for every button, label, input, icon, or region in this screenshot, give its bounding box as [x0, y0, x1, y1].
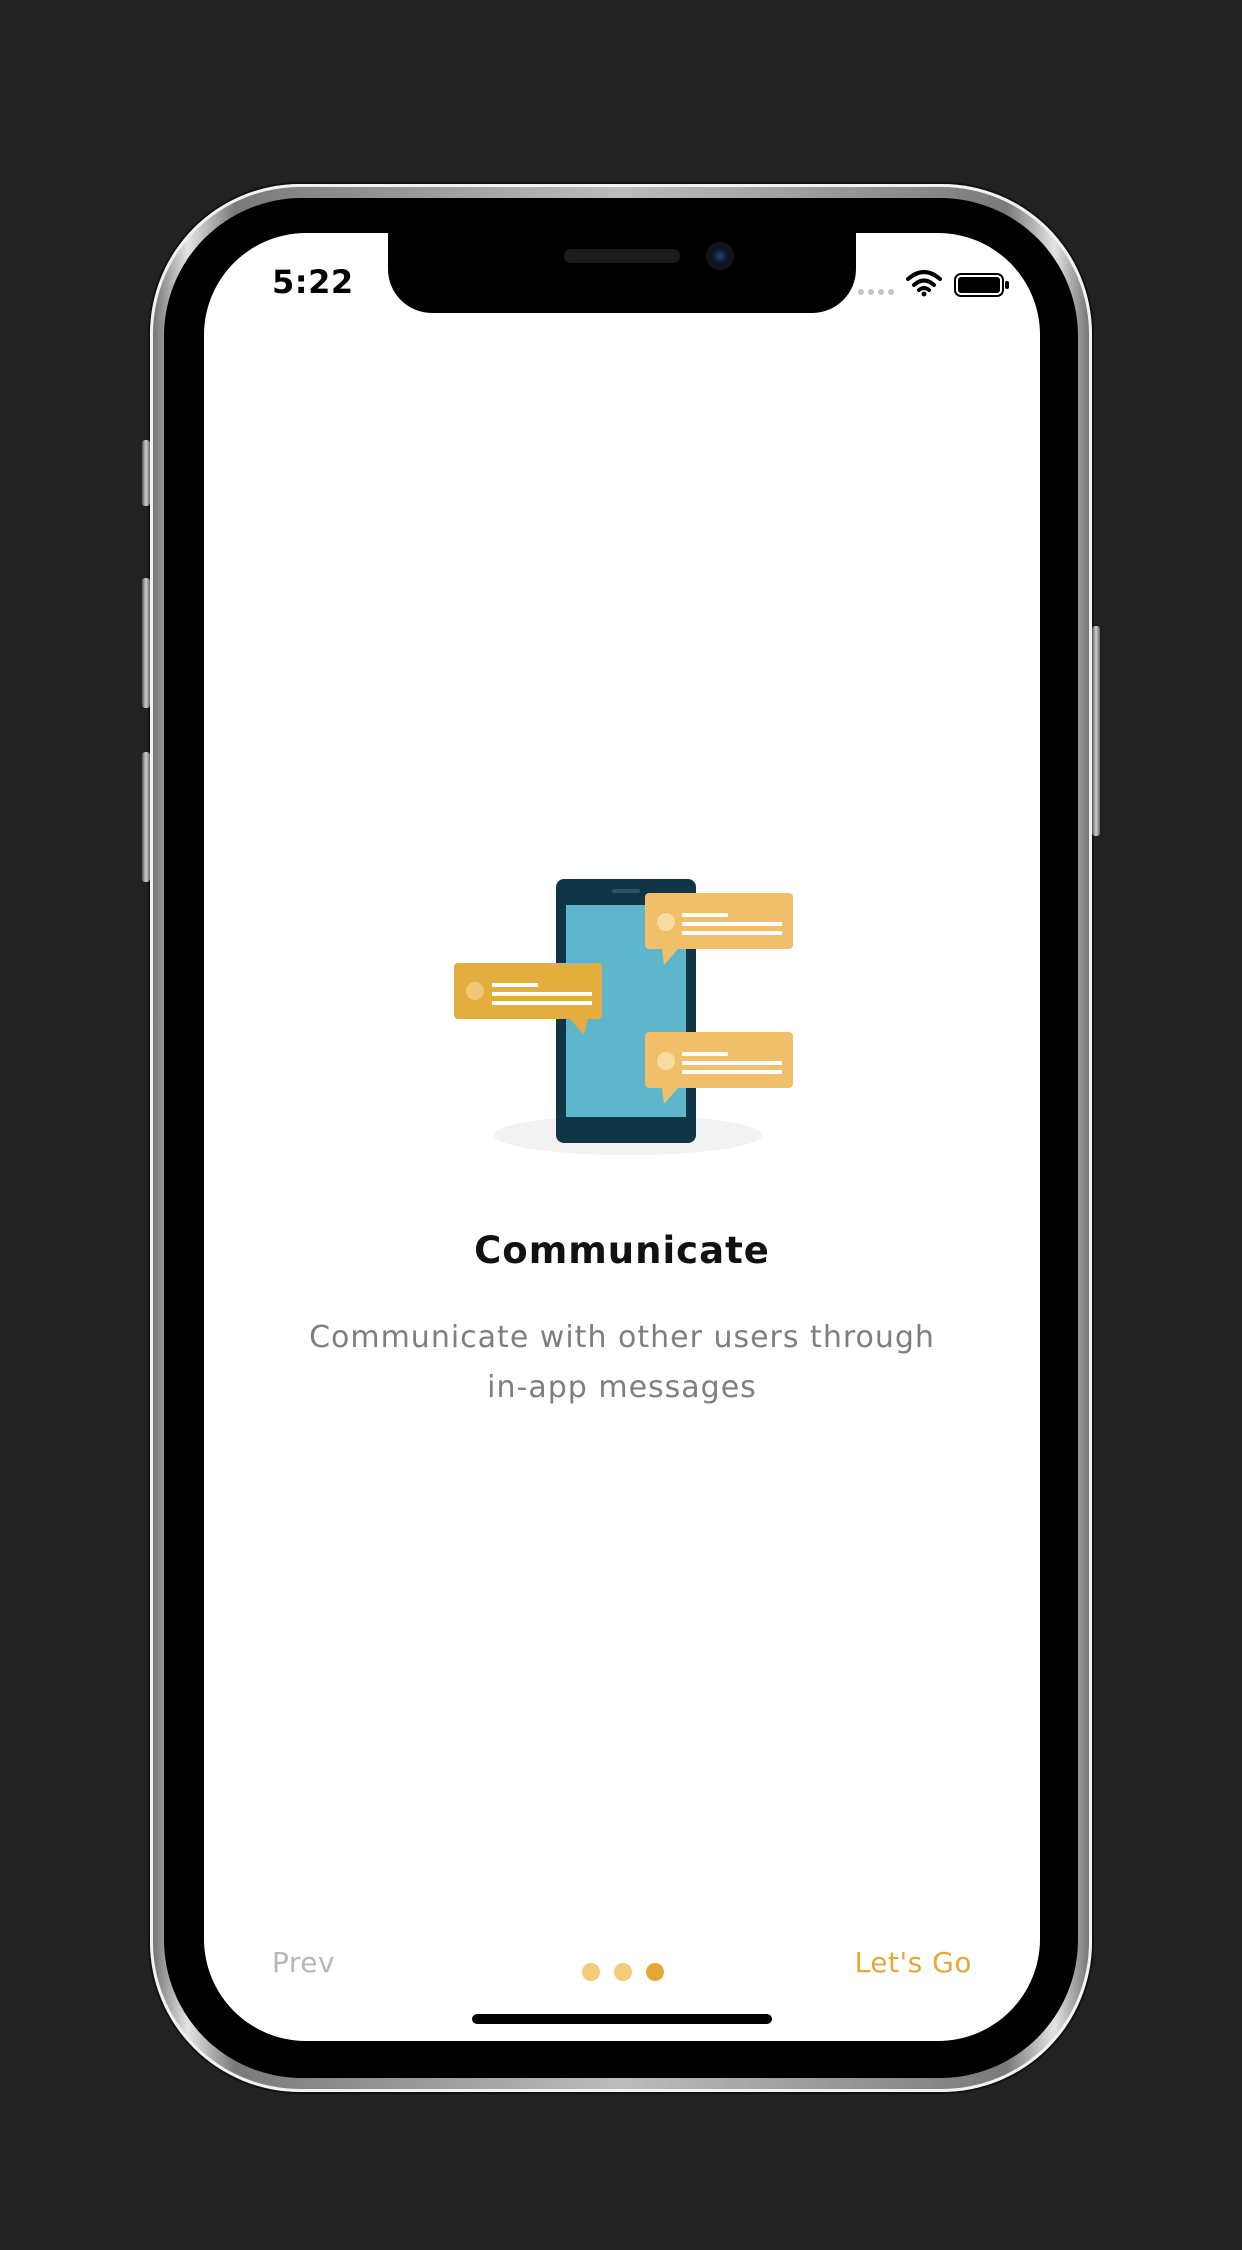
page-dot-3-active[interactable] [646, 1963, 664, 1981]
home-indicator[interactable] [472, 2014, 772, 2024]
onboarding-title: Communicate [474, 1229, 770, 1272]
prev-button[interactable]: Prev [272, 1946, 335, 1979]
battery-icon [954, 273, 1009, 297]
silent-switch [142, 440, 150, 506]
status-time: 5:22 [272, 263, 354, 301]
speaker-grille [564, 249, 680, 263]
volume-down-button [142, 752, 150, 882]
onboarding-description: Communicate with other users through in-… [309, 1320, 935, 1405]
chat-bubble-bottom [645, 1032, 793, 1104]
chat-bubble-left [454, 963, 602, 1035]
chat-bubble-top [645, 893, 793, 965]
lets-go-button[interactable]: Let's Go [855, 1946, 972, 1979]
front-camera-icon [706, 242, 734, 270]
notch [388, 233, 856, 313]
page-indicator [582, 1963, 664, 1981]
signal-dots-icon [858, 289, 894, 295]
volume-up-button [142, 578, 150, 708]
phone-chat-bubbles-illustration [454, 879, 793, 1155]
power-button [1092, 626, 1100, 836]
wifi-icon [906, 270, 942, 297]
app-screen: 5:22 Communicate Communicate with other … [204, 233, 1040, 2041]
page-dot-1[interactable] [582, 1963, 600, 1981]
page-dot-2[interactable] [614, 1963, 632, 1981]
